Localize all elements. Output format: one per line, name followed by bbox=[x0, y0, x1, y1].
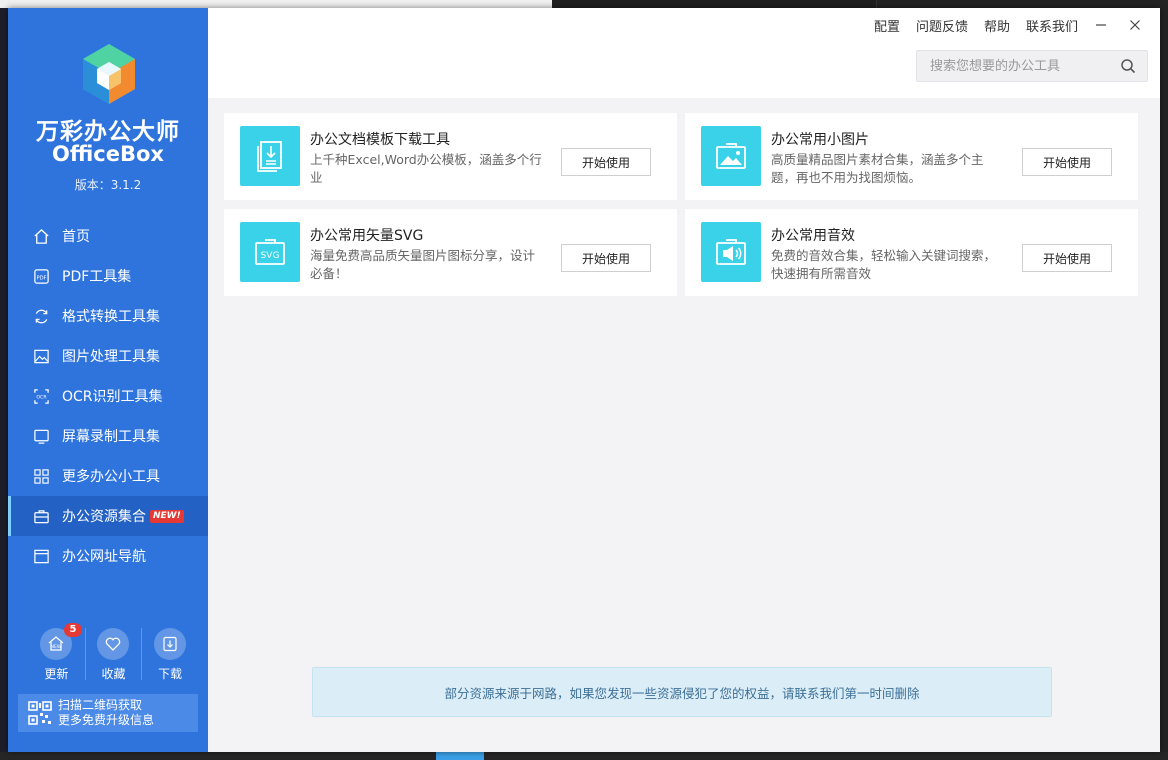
picture-icon bbox=[701, 126, 761, 186]
card-description: 海量免费高品质矢量图片图标分享，设计必备！ bbox=[310, 248, 536, 281]
card-description: 上千种Excel,Word办公模板，涵盖多个行业 bbox=[310, 152, 542, 185]
svg-text:NEW: NEW bbox=[51, 644, 62, 650]
grid-icon bbox=[32, 467, 50, 485]
sidebar-item-web-nav[interactable]: 办公网址导航 bbox=[8, 536, 208, 576]
app-name-cn: 万彩办公大师 bbox=[36, 119, 180, 145]
top-menu: 配置 问题反馈 帮助 联系我们 bbox=[858, 14, 1146, 36]
sidebar-item-ocr[interactable]: OCR OCR识别工具集 bbox=[8, 376, 208, 416]
home-icon bbox=[32, 227, 50, 245]
sidebar-actions: NEW 5 更新 收藏 下载 bbox=[28, 623, 198, 681]
svg-text:PDF: PDF bbox=[36, 275, 46, 281]
search-icon bbox=[1121, 59, 1136, 74]
sidebar-item-convert[interactable]: 格式转换工具集 bbox=[8, 296, 208, 336]
start-button[interactable]: 开始使用 bbox=[1022, 148, 1112, 176]
app-logo-icon bbox=[80, 42, 138, 106]
browser-icon bbox=[32, 547, 50, 565]
card-title: 办公文档模板下载工具 bbox=[310, 132, 450, 148]
sidebar-item-pdf[interactable]: PDF PDF工具集 bbox=[8, 256, 208, 296]
sidebar-nav: 首页 PDF PDF工具集 格式转换工具集 图片处理工具集 OCR OCR识别工… bbox=[8, 216, 208, 576]
svg-text:OCR: OCR bbox=[36, 394, 47, 400]
main-content: 办公文档模板下载工具 上千种Excel,Word办公模板，涵盖多个行业 开始使用… bbox=[208, 98, 1160, 752]
download-icon bbox=[154, 628, 187, 660]
download-label: 下载 bbox=[158, 667, 183, 681]
desktop-background-left bbox=[0, 8, 8, 760]
heart-icon bbox=[97, 628, 130, 660]
sidebar-item-label: 屏幕录制工具集 bbox=[62, 429, 160, 445]
pdf-icon: PDF bbox=[32, 267, 50, 285]
menu-contact[interactable]: 联系我们 bbox=[1026, 16, 1078, 35]
sidebar-item-image[interactable]: 图片处理工具集 bbox=[8, 336, 208, 376]
update-label: 更新 bbox=[44, 667, 69, 681]
resource-card: 办公常用音效 免费的音效合集，轻松输入关键词搜索，快速拥有所需音效 开始使用 bbox=[685, 209, 1138, 296]
image-icon bbox=[32, 347, 50, 365]
minimize-button[interactable] bbox=[1090, 14, 1112, 36]
sidebar-item-label: 图片处理工具集 bbox=[62, 349, 160, 365]
app-name-en: OfficeBox bbox=[52, 142, 164, 166]
qr-text-line2: 更多免费升级信息 bbox=[58, 713, 155, 727]
update-count-badge: 5 bbox=[64, 623, 82, 637]
close-button[interactable] bbox=[1124, 14, 1146, 36]
resource-card: 办公文档模板下载工具 上千种Excel,Word办公模板，涵盖多个行业 开始使用 bbox=[224, 113, 677, 200]
sidebar-item-label: 办公资源集合 bbox=[62, 509, 146, 525]
card-title: 办公常用矢量SVG bbox=[310, 228, 424, 244]
favorites-label: 收藏 bbox=[101, 667, 126, 681]
sidebar-item-screen-record[interactable]: 屏幕录制工具集 bbox=[8, 416, 208, 456]
start-button[interactable]: 开始使用 bbox=[561, 244, 651, 272]
briefcase-icon bbox=[32, 507, 50, 525]
card-title: 办公常用音效 bbox=[771, 228, 855, 244]
app-version: 版本：3.1.2 bbox=[74, 178, 142, 192]
sidebar-item-more-tools[interactable]: 更多办公小工具 bbox=[8, 456, 208, 496]
desktop-background-shape bbox=[436, 752, 484, 760]
svg-icon: SVG bbox=[240, 222, 300, 282]
qr-text: 扫描二维码获取 更多免费升级信息 bbox=[58, 698, 154, 728]
sidebar-item-label: OCR识别工具集 bbox=[62, 389, 163, 405]
document-download-icon bbox=[240, 126, 300, 186]
sidebar-item-label: PDF工具集 bbox=[62, 269, 132, 285]
start-button[interactable]: 开始使用 bbox=[561, 148, 651, 176]
menu-feedback[interactable]: 问题反馈 bbox=[916, 16, 968, 35]
desktop-background-top bbox=[0, 0, 552, 8]
ocr-icon: OCR bbox=[32, 387, 50, 405]
new-badge: NEW! bbox=[150, 509, 184, 523]
qr-code-icon bbox=[28, 701, 52, 725]
resource-card: 办公常用小图片 高质量精品图片素材合集，涵盖多个主题，再也不用为找图烦恼。 开始… bbox=[685, 113, 1138, 200]
card-title: 办公常用小图片 bbox=[771, 132, 869, 148]
sidebar-item-label: 格式转换工具集 bbox=[62, 309, 160, 325]
update-button[interactable]: NEW 5 更新 bbox=[28, 623, 85, 681]
qr-text-line1: 扫描二维码获取 bbox=[58, 698, 143, 712]
menu-help[interactable]: 帮助 bbox=[984, 16, 1010, 35]
sidebar-item-label: 更多办公小工具 bbox=[62, 469, 160, 485]
card-description: 免费的音效合集，轻松输入关键词搜索，快速拥有所需音效 bbox=[771, 248, 997, 281]
resource-card: SVG 办公常用矢量SVG 海量免费高品质矢量图片图标分享，设计必备！ 开始使用 bbox=[224, 209, 677, 296]
search-box bbox=[916, 50, 1148, 82]
qr-promo[interactable]: 扫描二维码获取 更多免费升级信息 bbox=[18, 694, 198, 732]
speaker-icon bbox=[701, 222, 761, 282]
desktop-background-bottom bbox=[0, 752, 1168, 760]
card-description: 高质量精品图片素材合集，涵盖多个主题，再也不用为找图烦恼。 bbox=[771, 152, 984, 185]
sidebar-item-label: 首页 bbox=[62, 229, 90, 245]
search-button[interactable] bbox=[1113, 51, 1143, 81]
convert-icon bbox=[32, 307, 50, 325]
favorites-button[interactable]: 收藏 bbox=[84, 628, 142, 681]
close-icon bbox=[1130, 20, 1140, 30]
svg-text:SVG: SVG bbox=[261, 251, 280, 261]
copyright-notice: 部分资源来源于网路，如果您发现一些资源侵犯了您的权益，请联系我们第一时间删除 bbox=[312, 667, 1052, 717]
sidebar: 万彩办公大师 OfficeBox 版本：3.1.2 首页 PDF PDF工具集 … bbox=[8, 8, 208, 752]
sidebar-item-resources[interactable]: 办公资源集合 NEW! bbox=[8, 496, 208, 536]
sidebar-item-home[interactable]: 首页 bbox=[8, 216, 208, 256]
menu-settings[interactable]: 配置 bbox=[874, 16, 900, 35]
search-input[interactable] bbox=[917, 51, 1113, 81]
minimize-icon bbox=[1096, 24, 1106, 26]
download-button[interactable]: 下载 bbox=[141, 628, 198, 681]
sidebar-item-label: 办公网址导航 bbox=[62, 549, 146, 565]
app-window: 万彩办公大师 OfficeBox 版本：3.1.2 首页 PDF PDF工具集 … bbox=[8, 8, 1160, 752]
start-button[interactable]: 开始使用 bbox=[1022, 244, 1112, 272]
screen-icon bbox=[32, 427, 50, 445]
header: 配置 问题反馈 帮助 联系我们 bbox=[208, 8, 1160, 98]
